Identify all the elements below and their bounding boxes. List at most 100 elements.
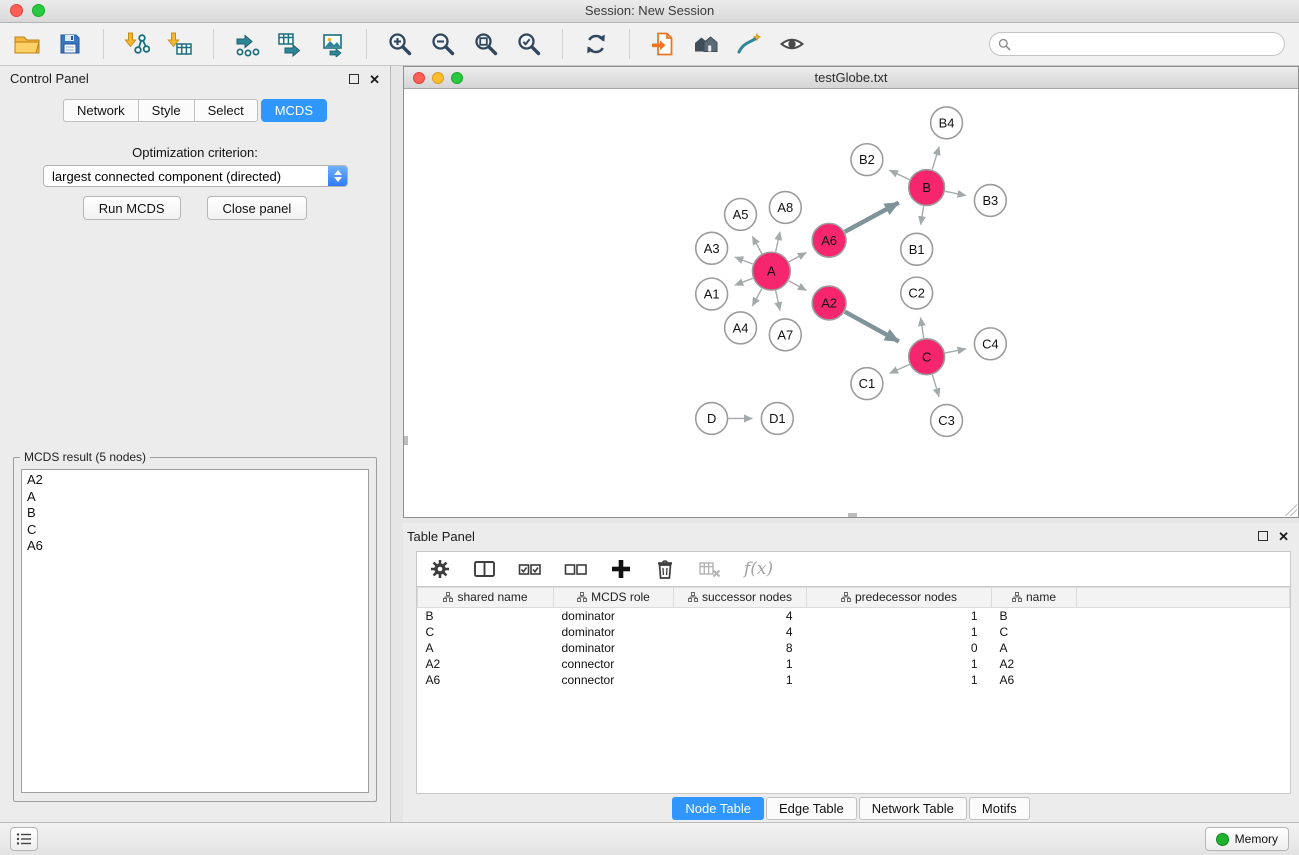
result-item[interactable]: C (27, 522, 363, 539)
memory-button[interactable]: Memory (1205, 827, 1289, 851)
node-C4[interactable]: C4 (974, 328, 1006, 360)
result-item[interactable]: A (27, 489, 363, 506)
edge-B-B1[interactable] (921, 206, 924, 224)
zoom-out-button[interactable] (426, 28, 460, 60)
table-cell[interactable]: 1 (807, 656, 992, 672)
close-panel-button[interactable]: Close panel (207, 196, 308, 220)
table-row[interactable]: Cdominator41C (418, 624, 1290, 640)
zoom-window-light[interactable] (451, 72, 463, 84)
table-cell[interactable]: connector (554, 672, 674, 688)
table-cell[interactable]: 1 (807, 624, 992, 640)
result-item[interactable]: A6 (27, 538, 363, 555)
edge-A2-C[interactable] (845, 312, 899, 342)
table-cell[interactable]: A6 (418, 672, 554, 688)
tab-network[interactable]: Network (63, 99, 139, 122)
import-network-button[interactable] (120, 28, 154, 60)
tab-motifs[interactable]: Motifs (969, 797, 1030, 820)
column-header[interactable]: predecessor nodes (807, 588, 992, 608)
node-A6[interactable]: A6 (812, 223, 846, 257)
select-all-button[interactable] (518, 558, 542, 580)
close-traffic-light[interactable] (10, 4, 23, 17)
node-B[interactable]: B (909, 170, 945, 206)
edge-A-A7[interactable] (776, 291, 780, 311)
table-cell[interactable]: C (418, 624, 554, 640)
resize-grip[interactable] (1285, 504, 1297, 516)
node-D1[interactable]: D1 (761, 403, 793, 435)
delete-row-button[interactable] (654, 558, 676, 580)
edge-A-A2[interactable] (789, 281, 807, 291)
run-mcds-button[interactable]: Run MCDS (83, 196, 181, 220)
table-cell[interactable]: 4 (674, 624, 807, 640)
refresh-button[interactable] (579, 28, 613, 60)
node-C3[interactable]: C3 (931, 405, 963, 437)
edge-B-B3[interactable] (945, 191, 966, 195)
node-A5[interactable]: A5 (725, 198, 757, 230)
tab-node-table[interactable]: Node Table (672, 797, 764, 820)
edge-A-A3[interactable] (735, 257, 753, 264)
close-window-light[interactable] (413, 72, 425, 84)
table-cell[interactable]: B (992, 608, 1077, 625)
tab-network-table[interactable]: Network Table (859, 797, 967, 820)
edge-C-C4[interactable] (945, 349, 966, 353)
node-C2[interactable]: C2 (901, 277, 933, 309)
tab-mcds[interactable]: MCDS (261, 99, 327, 122)
table-cell[interactable]: 0 (807, 640, 992, 656)
home-button[interactable] (689, 28, 723, 60)
function-builder-button[interactable]: f(x) (744, 559, 773, 579)
table-cell[interactable]: A (992, 640, 1077, 656)
table-cell[interactable]: connector (554, 656, 674, 672)
float-panel-icon[interactable] (349, 74, 359, 84)
export-table-button[interactable] (273, 28, 307, 60)
open-document-button[interactable] (646, 28, 680, 60)
edge-B-B4[interactable] (932, 147, 939, 170)
tab-edge-table[interactable]: Edge Table (766, 797, 857, 820)
table-cell[interactable]: C (992, 624, 1077, 640)
table-cell[interactable]: 1 (674, 672, 807, 688)
save-session-button[interactable] (53, 28, 87, 60)
search-box[interactable] (989, 32, 1285, 56)
table-cell[interactable]: A2 (992, 656, 1077, 672)
node-B4[interactable]: B4 (931, 107, 963, 139)
eye-button[interactable] (775, 28, 809, 60)
zoom-selected-button[interactable] (512, 28, 546, 60)
table-cell[interactable]: A6 (992, 672, 1077, 688)
tab-select[interactable]: Select (194, 99, 258, 122)
edge-C-C1[interactable] (890, 365, 910, 374)
delete-table-button[interactable] (698, 558, 722, 580)
edge-A-A1[interactable] (735, 278, 753, 285)
close-table-panel-icon[interactable]: ✕ (1278, 530, 1289, 543)
export-image-button[interactable] (316, 28, 350, 60)
zoom-traffic-light[interactable] (32, 4, 45, 17)
node-C[interactable]: C (909, 339, 945, 375)
table-cell[interactable]: 1 (807, 672, 992, 688)
result-item[interactable]: A2 (27, 472, 363, 489)
float-table-panel-icon[interactable] (1258, 531, 1268, 541)
node-A4[interactable]: A4 (725, 312, 757, 344)
node-D[interactable]: D (696, 403, 728, 435)
network-canvas[interactable]: AA6A2BCA5A8A3A1A4A7B2B4B3B1C2C4C1C3DD1 (404, 89, 1298, 517)
node-B3[interactable]: B3 (974, 185, 1006, 217)
node-A[interactable]: A (752, 252, 790, 290)
edge-A6-B[interactable] (845, 203, 899, 232)
result-item[interactable]: B (27, 505, 363, 522)
edge-A-A8[interactable] (776, 232, 780, 252)
open-session-button[interactable] (10, 28, 44, 60)
column-header[interactable]: MCDS role (554, 588, 674, 608)
column-header[interactable]: shared name (418, 588, 554, 608)
table-row[interactable]: A6connector11A6 (418, 672, 1290, 688)
table-row[interactable]: Bdominator41B (418, 608, 1290, 625)
show-tasks-button[interactable] (10, 827, 38, 851)
table-settings-button[interactable] (429, 558, 451, 580)
edge-A-A6[interactable] (789, 253, 806, 262)
select-none-button[interactable] (564, 558, 588, 580)
table-row[interactable]: Adominator80A (418, 640, 1290, 656)
network-window-titlebar[interactable]: testGlobe.txt (404, 67, 1298, 89)
column-layout-button[interactable] (473, 558, 496, 580)
table-cell[interactable]: A2 (418, 656, 554, 672)
table-cell[interactable]: 4 (674, 608, 807, 625)
node-A7[interactable]: A7 (769, 319, 801, 351)
table-cell[interactable]: 1 (807, 608, 992, 625)
table-row[interactable]: A2connector11A2 (418, 656, 1290, 672)
node-B2[interactable]: B2 (851, 144, 883, 176)
table-cell[interactable]: dominator (554, 624, 674, 640)
